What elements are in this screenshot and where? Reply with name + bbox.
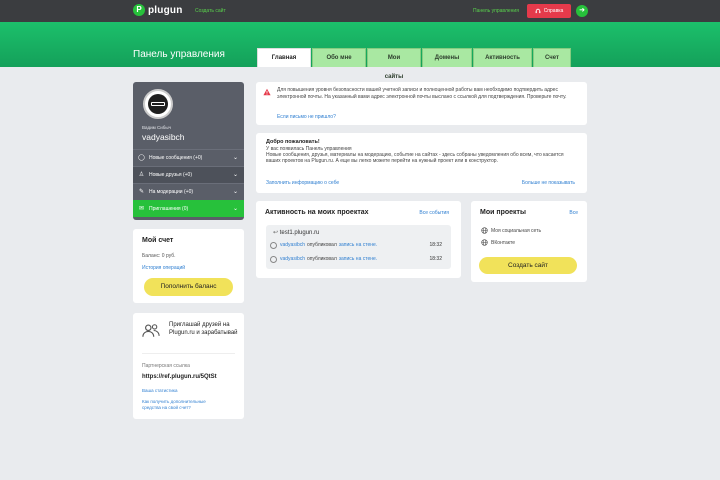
- event-time: 18:32: [429, 242, 442, 248]
- invite-text: Приглашай друзей на Plugun.ru и зарабаты…: [169, 322, 238, 336]
- tab-main[interactable]: Главная: [257, 48, 311, 67]
- logo-text: plugun: [148, 4, 183, 16]
- event-verb: опубликовал: [307, 256, 337, 262]
- profile-card: Вадим Сибыч vadyasibch ◯ Новые сообщения…: [133, 82, 244, 220]
- event-object[interactable]: запись на стене.: [339, 256, 377, 262]
- history-link[interactable]: История операций: [142, 265, 185, 271]
- ref-link[interactable]: https://ref.plugun.ru/5QtSt: [142, 374, 217, 380]
- alert-text: Для повышения уровня безопасности вашей …: [277, 87, 567, 100]
- event-user[interactable]: vadyasibch: [280, 256, 305, 262]
- list-item: vadyasibch опубликовал запись на стене. …: [270, 254, 448, 264]
- tab-activity[interactable]: Активность: [473, 48, 532, 67]
- projects-title: Мои проекты: [480, 209, 526, 216]
- balance-card: Мой счет Баланс: 0 руб. История операций…: [133, 229, 244, 303]
- user-plus-icon: ♙: [138, 171, 145, 178]
- welcome-title: Добро пожаловать!: [266, 139, 320, 145]
- balance-value: Баланс: 0 руб.: [142, 253, 176, 259]
- all-projects-link[interactable]: Все: [569, 210, 578, 216]
- invite-card: Приглашай друзей на Plugun.ru и зарабаты…: [133, 313, 244, 419]
- chevron-down-icon: ⌄: [232, 189, 238, 195]
- event-user[interactable]: vadyasibch: [280, 242, 305, 248]
- event-object[interactable]: запись на стене.: [339, 242, 377, 248]
- pencil-icon: ✎: [138, 188, 145, 195]
- profile-username[interactable]: vadyasibch: [142, 132, 185, 142]
- header-band: Панель управления Главная Обо мне Мои са…: [0, 22, 720, 80]
- activity-card: Активность на моих проектах Все события …: [256, 201, 461, 278]
- sidebar-item-label: Приглашения (0): [149, 206, 189, 212]
- site-name: test1.plugun.ru: [279, 230, 320, 236]
- welcome-card: Добро пожаловать! У вас появилась Панель…: [256, 133, 587, 193]
- control-panel-link[interactable]: Панель управления: [473, 8, 519, 14]
- earn-link[interactable]: Как получить дополнительные средства на …: [142, 399, 222, 411]
- logo-icon: P: [133, 4, 145, 16]
- event-time: 18:32: [429, 256, 442, 262]
- sidebar-item-invitations[interactable]: ✉ Приглашения (0) ⌄: [133, 200, 244, 217]
- profile-fullname: Вадим Сибыч: [142, 125, 171, 130]
- topup-button[interactable]: Пополнить баланс: [144, 278, 233, 296]
- headset-icon: [535, 8, 541, 14]
- project-item[interactable]: ВКонтакте: [481, 239, 515, 246]
- user-icon: [270, 255, 277, 263]
- balance-title: Мой счет: [142, 237, 174, 244]
- activity-feed: ↩ test1.plugun.ru vadyasibch опубликовал…: [266, 225, 451, 269]
- projects-card: Мои проекты Все Моя социальная сеть ВКон…: [471, 201, 587, 282]
- activity-title: Активность на моих проектах: [265, 209, 369, 216]
- divider: [142, 353, 235, 354]
- globe-icon: [481, 227, 488, 234]
- email-not-received-link[interactable]: Если письмо не пришло?: [277, 114, 336, 120]
- project-item[interactable]: Моя социальная сеть: [481, 227, 541, 234]
- logout-icon[interactable]: ➜: [576, 5, 588, 17]
- share-icon: ↩: [273, 230, 279, 236]
- sidebar-item-messages[interactable]: ◯ Новые сообщения (+0) ⌄: [133, 149, 244, 166]
- all-events-link[interactable]: Все события: [419, 210, 449, 216]
- fill-info-link[interactable]: Заполнить информацию о себе: [266, 180, 339, 186]
- page-title: Панель управления: [133, 49, 225, 60]
- ref-label: Партнерская ссылка: [142, 363, 190, 369]
- dont-show-again-link[interactable]: Больше не показывать: [522, 180, 575, 186]
- project-label: ВКонтакте: [491, 239, 516, 246]
- chevron-down-icon: ⌄: [232, 155, 238, 161]
- warning-icon: [263, 88, 271, 96]
- email-alert: Для повышения уровня безопасности вашей …: [256, 82, 587, 125]
- help-button[interactable]: Справка: [527, 4, 571, 18]
- logo[interactable]: P plugun: [133, 4, 183, 16]
- tab-my-sites[interactable]: Мои сайты: [367, 48, 421, 80]
- tab-domains[interactable]: Домены: [422, 48, 472, 67]
- tab-about[interactable]: Обо мне: [312, 48, 366, 67]
- sidebar-item-label: На модерации (+0): [149, 189, 194, 195]
- create-site-link[interactable]: Создать сайт: [195, 8, 226, 14]
- create-site-button[interactable]: Создать сайт: [479, 257, 577, 274]
- welcome-text: У вас появилась Панель управления Новые …: [266, 146, 564, 165]
- user-icon: [270, 241, 277, 249]
- tab-account[interactable]: Счет: [533, 48, 571, 67]
- avatar-glasses: [151, 102, 165, 106]
- people-icon: [142, 324, 160, 337]
- list-item: vadyasibch опубликовал запись на стене. …: [270, 240, 448, 250]
- globe-icon: [481, 239, 488, 246]
- activity-site[interactable]: ↩ test1.plugun.ru: [273, 229, 319, 236]
- profile-menu: ◯ Новые сообщения (+0) ⌄ ♙ Новые друзья …: [133, 149, 244, 217]
- avatar[interactable]: [143, 89, 173, 119]
- mail-icon: ✉: [138, 205, 145, 212]
- stats-link[interactable]: Ваша статистика: [142, 388, 178, 393]
- sidebar-item-label: Новые друзья (+0): [149, 172, 192, 178]
- chevron-down-icon: ⌄: [232, 206, 238, 212]
- sidebar-item-friends[interactable]: ♙ Новые друзья (+0) ⌄: [133, 166, 244, 183]
- project-label: Моя социальная сеть: [491, 227, 542, 234]
- sidebar-item-label: Новые сообщения (+0): [149, 155, 203, 161]
- event-verb: опубликовал: [307, 242, 337, 248]
- help-button-label: Справка: [543, 8, 564, 14]
- tab-bar: Главная Обо мне Мои сайты Домены Активно…: [257, 48, 571, 80]
- chevron-down-icon: ⌄: [232, 172, 238, 178]
- chat-icon: ◯: [138, 154, 145, 161]
- top-bar: P plugun Создать сайт Панель управления …: [0, 0, 720, 22]
- sidebar-item-moderation[interactable]: ✎ На модерации (+0) ⌄: [133, 183, 244, 200]
